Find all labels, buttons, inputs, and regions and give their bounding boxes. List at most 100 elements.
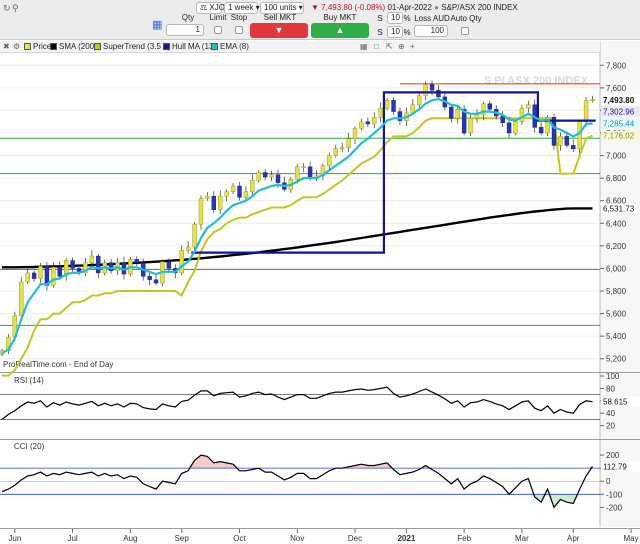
legend-supertrend[interactable]: SuperTrend (3.5 7) [94, 42, 170, 51]
candle-bull [583, 100, 589, 122]
candle-bull [205, 195, 210, 199]
last-rsi-label: 58.615 [603, 398, 628, 407]
rsi-tick-label: 100 [606, 372, 620, 381]
price-swatch-icon [24, 43, 31, 50]
candle-bear [153, 279, 159, 284]
candle-bull [519, 107, 525, 122]
qty-label: Qty [181, 13, 195, 22]
instrument-name: S&P/ASX 200 INDEX [441, 3, 518, 12]
candle-bull [243, 191, 249, 198]
candle-bull [417, 95, 422, 105]
candle-bull [378, 107, 383, 118]
last-ema-label: 7,285.44 [603, 119, 635, 128]
price-tick-label: 5,800 [606, 287, 627, 296]
candle-bear [31, 272, 37, 279]
time-tick-label: Apr [567, 534, 580, 543]
price-tick-label: 5,200 [606, 355, 627, 364]
price-tick-label: 6,400 [606, 219, 627, 228]
rsi-title: RSI (14) [14, 376, 44, 385]
legend-sma[interactable]: SMA (200) [50, 42, 97, 51]
candle-bull [468, 118, 473, 134]
candle-bull [192, 224, 197, 248]
candle-bear [429, 84, 435, 91]
order-ticket-icon[interactable]: ▦ [152, 18, 162, 31]
auto-qty-checkbox[interactable] [461, 27, 469, 35]
candle-bull [89, 255, 95, 263]
period-text: 1 week [228, 3, 254, 12]
stop-label: Stop [230, 13, 248, 22]
sell-market-button[interactable]: ▼ [250, 23, 308, 38]
candle-bull [198, 198, 204, 225]
time-tick-label: 2021 [397, 534, 415, 543]
time-tick-label: Sep [175, 534, 190, 543]
qty-input[interactable]: 1 [166, 24, 204, 36]
legend-settings-icon[interactable]: ⚙ [13, 42, 20, 51]
separator: ● [434, 3, 440, 12]
legend-grid-icon[interactable]: ▦ [360, 42, 368, 51]
cursor-icon[interactable]: ↻ [3, 3, 11, 14]
trading-toolbar: ↻ ⚲ ⚖ XJO 1 week ▾ 100 units ▾ ▼ 7,493.8… [0, 0, 640, 40]
candle-bear [134, 259, 139, 263]
candle-bull [19, 281, 24, 317]
legend-expand-icon[interactable]: ⇱ [386, 42, 393, 51]
candle-bear [70, 260, 75, 269]
time-tick-label: May [623, 534, 638, 543]
legend-hull[interactable]: Hull MA (13) [163, 42, 216, 51]
candle-bear [96, 255, 101, 274]
candle-bear [449, 106, 454, 119]
candle-bull [590, 99, 595, 102]
candle-bear [237, 185, 242, 198]
s-label-2: S [377, 28, 383, 37]
legend-zoom-icon[interactable]: ⊕ [398, 42, 405, 51]
candle-bear [307, 166, 313, 179]
price-readout: ▼ 7,493.80 (-0.08%) 01-Apr-2022 ● S&P/AS… [311, 3, 518, 12]
buy-arrow-icon: ▲ [335, 25, 345, 35]
candle-bull [224, 191, 229, 197]
legend-hull-label: Hull MA (13) [172, 42, 217, 51]
loss-input[interactable]: 100 [414, 25, 448, 37]
time-tick-label: Jun [8, 534, 21, 543]
rsi-tick-label: 40 [606, 409, 615, 418]
pct-input-2[interactable]: 10 [387, 26, 403, 38]
time-tick-label: Feb [457, 534, 471, 543]
price-tick-label: 7,800 [606, 61, 627, 70]
buy-market-button[interactable]: ▲ [311, 23, 369, 38]
candle-bull [295, 166, 300, 180]
price-tick-label: 5,600 [606, 310, 627, 319]
candle-bull [339, 147, 345, 150]
pct-input-1[interactable]: 10 [387, 12, 403, 24]
time-tick-label: Jul [67, 534, 77, 543]
candle-bull [384, 100, 390, 109]
zoom-icon[interactable]: ⚲ [12, 3, 19, 14]
candle-bull [179, 250, 184, 274]
buy-label: Buy MKT [323, 13, 357, 22]
s-label-1: S [377, 14, 383, 23]
legend-ema[interactable]: EMA (8) [211, 42, 249, 51]
candle-bull [577, 121, 582, 150]
legend-add-icon[interactable]: + [410, 42, 415, 51]
time-tick-label: Dec [348, 534, 362, 543]
candle-bull [455, 109, 460, 119]
price-down-icon: ▼ [311, 3, 319, 12]
candle-bull [423, 84, 428, 96]
limit-checkbox[interactable] [214, 26, 222, 34]
rsi-tick-label: 80 [606, 384, 615, 393]
chart-area-bg [0, 54, 640, 544]
candle-bear [275, 174, 281, 183]
legend-window-icon[interactable]: □ [374, 42, 379, 51]
legend-price[interactable]: Price [24, 42, 51, 51]
candle-bear [262, 172, 268, 178]
legend-close-icon[interactable]: ✖ [3, 42, 10, 51]
stop-checkbox[interactable] [235, 26, 243, 34]
candle-bear [391, 100, 396, 112]
candle-bear [166, 261, 172, 269]
last-cci-label: 112.79 [603, 462, 627, 471]
price-tick-label: 7,600 [606, 84, 627, 93]
candle-bull [51, 267, 56, 286]
candle-bull [474, 114, 480, 119]
candle-bull [25, 272, 30, 283]
candle-bull [346, 138, 351, 148]
candle-bull [513, 121, 518, 134]
candle-bull [333, 148, 338, 156]
candle-bear [211, 195, 217, 210]
